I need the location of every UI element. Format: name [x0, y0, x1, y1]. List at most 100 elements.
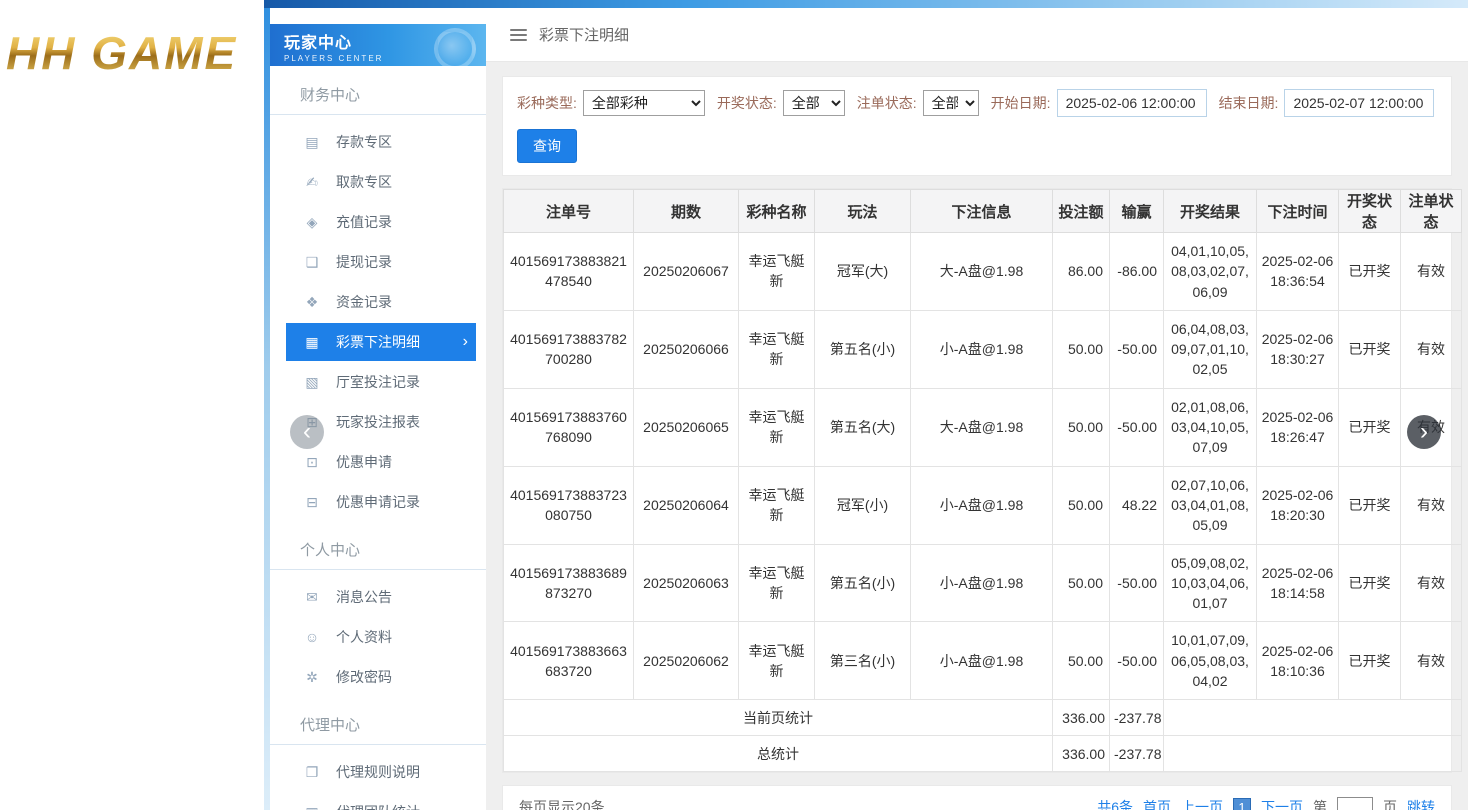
sidebar-item-change-password[interactable]: ✲修改密码 [286, 658, 476, 696]
end-date-input[interactable] [1284, 89, 1434, 117]
table-cell: 401569173883760768090 [504, 388, 634, 466]
table-row: 40156917388372308075020250206064幸运飞艇新冠军(… [504, 466, 1462, 544]
sidebar-item-agent-team-stats[interactable]: ▥ 代理团队统计 [286, 793, 476, 810]
agent-rules-icon: ❐ [304, 764, 320, 781]
top-gradient-strip [264, 0, 1468, 8]
sidebar-header-subtitle: PLAYERS CENTER [284, 54, 486, 63]
total-count-text: 共6条 [1097, 797, 1133, 810]
draw-status-label: 开奖状态: [717, 93, 777, 113]
table-cell: 幸运飞艇新 [739, 310, 815, 388]
column-header: 玩法 [815, 190, 911, 233]
table-cell: 50.00 [1053, 310, 1110, 388]
sidebar-item-label: 玩家投注报表 [336, 412, 420, 432]
sidebar-item-withdrawal-record[interactable]: ❑ 提现记录 [286, 243, 476, 281]
topbar: 彩票下注明细 [486, 8, 1468, 62]
column-header: 期数 [634, 190, 739, 233]
sidebar-item-promo-apply-record[interactable]: ⊟优惠申请记录 [286, 483, 476, 521]
sidebar-item-deposit[interactable]: ▤存款专区 [286, 123, 476, 161]
table-cell: 50.00 [1053, 544, 1110, 622]
table-cell: 02,07,10,06,03,04,01,08,05,09 [1164, 466, 1257, 544]
sidebar-item-recharge-record[interactable]: ◈充值记录 [286, 203, 476, 241]
sidebar-item-withdraw[interactable]: ✍取款专区 [286, 163, 476, 201]
sidebar-item-label: 消息公告 [336, 587, 392, 607]
draw-status-select[interactable]: 全部 [783, 90, 845, 116]
jump-page-input[interactable] [1337, 797, 1373, 810]
table-cell: 2025-02-06 18:36:54 [1257, 233, 1339, 311]
pagination-bar: 每页显示20条 共6条 首页 上一页 1 下一页 第 页 跳转 [502, 785, 1452, 810]
table-cell: 已开奖 [1339, 233, 1401, 311]
column-header: 彩种名称 [739, 190, 815, 233]
table-cell: 已开奖 [1339, 310, 1401, 388]
table-cell: 已开奖 [1339, 544, 1401, 622]
jump-button[interactable]: 跳转 [1407, 797, 1435, 810]
table-cell: 10,01,07,09,06,05,08,03,04,02 [1164, 622, 1257, 700]
jump-prefix-text: 第 [1313, 797, 1327, 810]
sidebar-item-profile[interactable]: ☺个人资料 [286, 618, 476, 656]
sidebar-item-label: 代理团队统计 [336, 802, 420, 810]
table-cell: 2025-02-06 18:14:58 [1257, 544, 1339, 622]
sidebar-item-agent-rules[interactable]: ❐代理规则说明 [286, 753, 476, 791]
sidebar-item-label: 优惠申请 [336, 452, 392, 472]
sidebar-section-title: 财务中心 [270, 78, 486, 115]
table-cell: 401569173883782700280 [504, 310, 634, 388]
agent-team-stats-icon: ▥ [304, 804, 320, 810]
table-row: 40156917388376076809020250206065幸运飞艇新第五名… [504, 388, 1462, 466]
profile-icon: ☺ [304, 629, 320, 645]
promo-apply-record-icon: ⊟ [304, 494, 320, 511]
sidebar-item-label: 充值记录 [336, 212, 392, 232]
carousel-right-arrow[interactable]: › [1407, 415, 1441, 449]
summary-winloss-total: -237.78 [1110, 700, 1164, 736]
table-cell: 401569173883821478540 [504, 233, 634, 311]
current-page-indicator[interactable]: 1 [1233, 798, 1251, 810]
sidebar-item-lottery-bet-detail[interactable]: ▦彩票下注明细› [286, 323, 476, 361]
query-button[interactable]: 查询 [517, 129, 577, 163]
first-page-link[interactable]: 首页 [1143, 797, 1171, 810]
order-status-select[interactable]: 全部 [923, 90, 979, 116]
lottery-type-select[interactable]: 全部彩种 [583, 90, 705, 116]
carousel-left-arrow[interactable]: ‹ [290, 415, 324, 449]
table-cell: 小-A盘@1.98 [911, 622, 1053, 700]
filter-panel: 彩种类型: 全部彩种 开奖状态: 全部 注单状态: [502, 76, 1452, 176]
table-cell: 大-A盘@1.98 [911, 233, 1053, 311]
summary-row: 总统计336.00-237.78 [504, 736, 1462, 772]
next-page-link[interactable]: 下一页 [1261, 797, 1303, 810]
jump-suffix-text: 页 [1383, 797, 1397, 810]
table-cell: -50.00 [1110, 310, 1164, 388]
table-cell: 20250206062 [634, 622, 739, 700]
table-cell: 86.00 [1053, 233, 1110, 311]
end-date-label: 结束日期: [1219, 93, 1279, 113]
sidebar-item-promo-apply[interactable]: ⊡优惠申请 [286, 443, 476, 481]
sidebar-header: 玩家中心 PLAYERS CENTER [270, 24, 486, 66]
column-header: 投注额 [1053, 190, 1110, 233]
table-cell: 20250206065 [634, 388, 739, 466]
prev-page-link[interactable]: 上一页 [1181, 797, 1223, 810]
table-cell: 2025-02-06 18:26:47 [1257, 388, 1339, 466]
column-header: 输赢 [1110, 190, 1164, 233]
table-cell: 冠军(大) [815, 233, 911, 311]
start-date-input[interactable] [1057, 89, 1207, 117]
table-cell: 有效 [1401, 466, 1462, 544]
sidebar-item-announcement[interactable]: ✉消息公告 [286, 578, 476, 616]
sidebar-item-label: 提现记录 [336, 252, 392, 272]
funds-record-icon: ❖ [304, 294, 320, 311]
summary-empty [1164, 700, 1462, 736]
sidebar-item-hall-bet-record[interactable]: ▧厅室投注记录 [286, 363, 476, 401]
table-cell: 04,01,10,05,08,03,02,07,06,09 [1164, 233, 1257, 311]
table-cell: 50.00 [1053, 622, 1110, 700]
summary-row: 当前页统计336.00-237.78 [504, 700, 1462, 736]
table-cell: -50.00 [1110, 388, 1164, 466]
table-cell: 幸运飞艇新 [739, 544, 815, 622]
table-cell: 已开奖 [1339, 388, 1401, 466]
hamburger-menu-icon[interactable] [510, 29, 527, 41]
column-header: 下注时间 [1257, 190, 1339, 233]
hall-bet-record-icon: ▧ [304, 374, 320, 391]
withdraw-icon: ✍ [304, 174, 320, 191]
table-cell: 401569173883689873270 [504, 544, 634, 622]
summary-winloss-total: -237.78 [1110, 736, 1164, 772]
lottery-type-label: 彩种类型: [517, 93, 577, 113]
summary-label: 当前页统计 [504, 700, 1053, 736]
start-date-label: 开始日期: [991, 93, 1051, 113]
withdrawal-record-icon: ❑ [304, 254, 320, 271]
table-cell: -86.00 [1110, 233, 1164, 311]
sidebar-item-funds-record[interactable]: ❖资金记录 [286, 283, 476, 321]
